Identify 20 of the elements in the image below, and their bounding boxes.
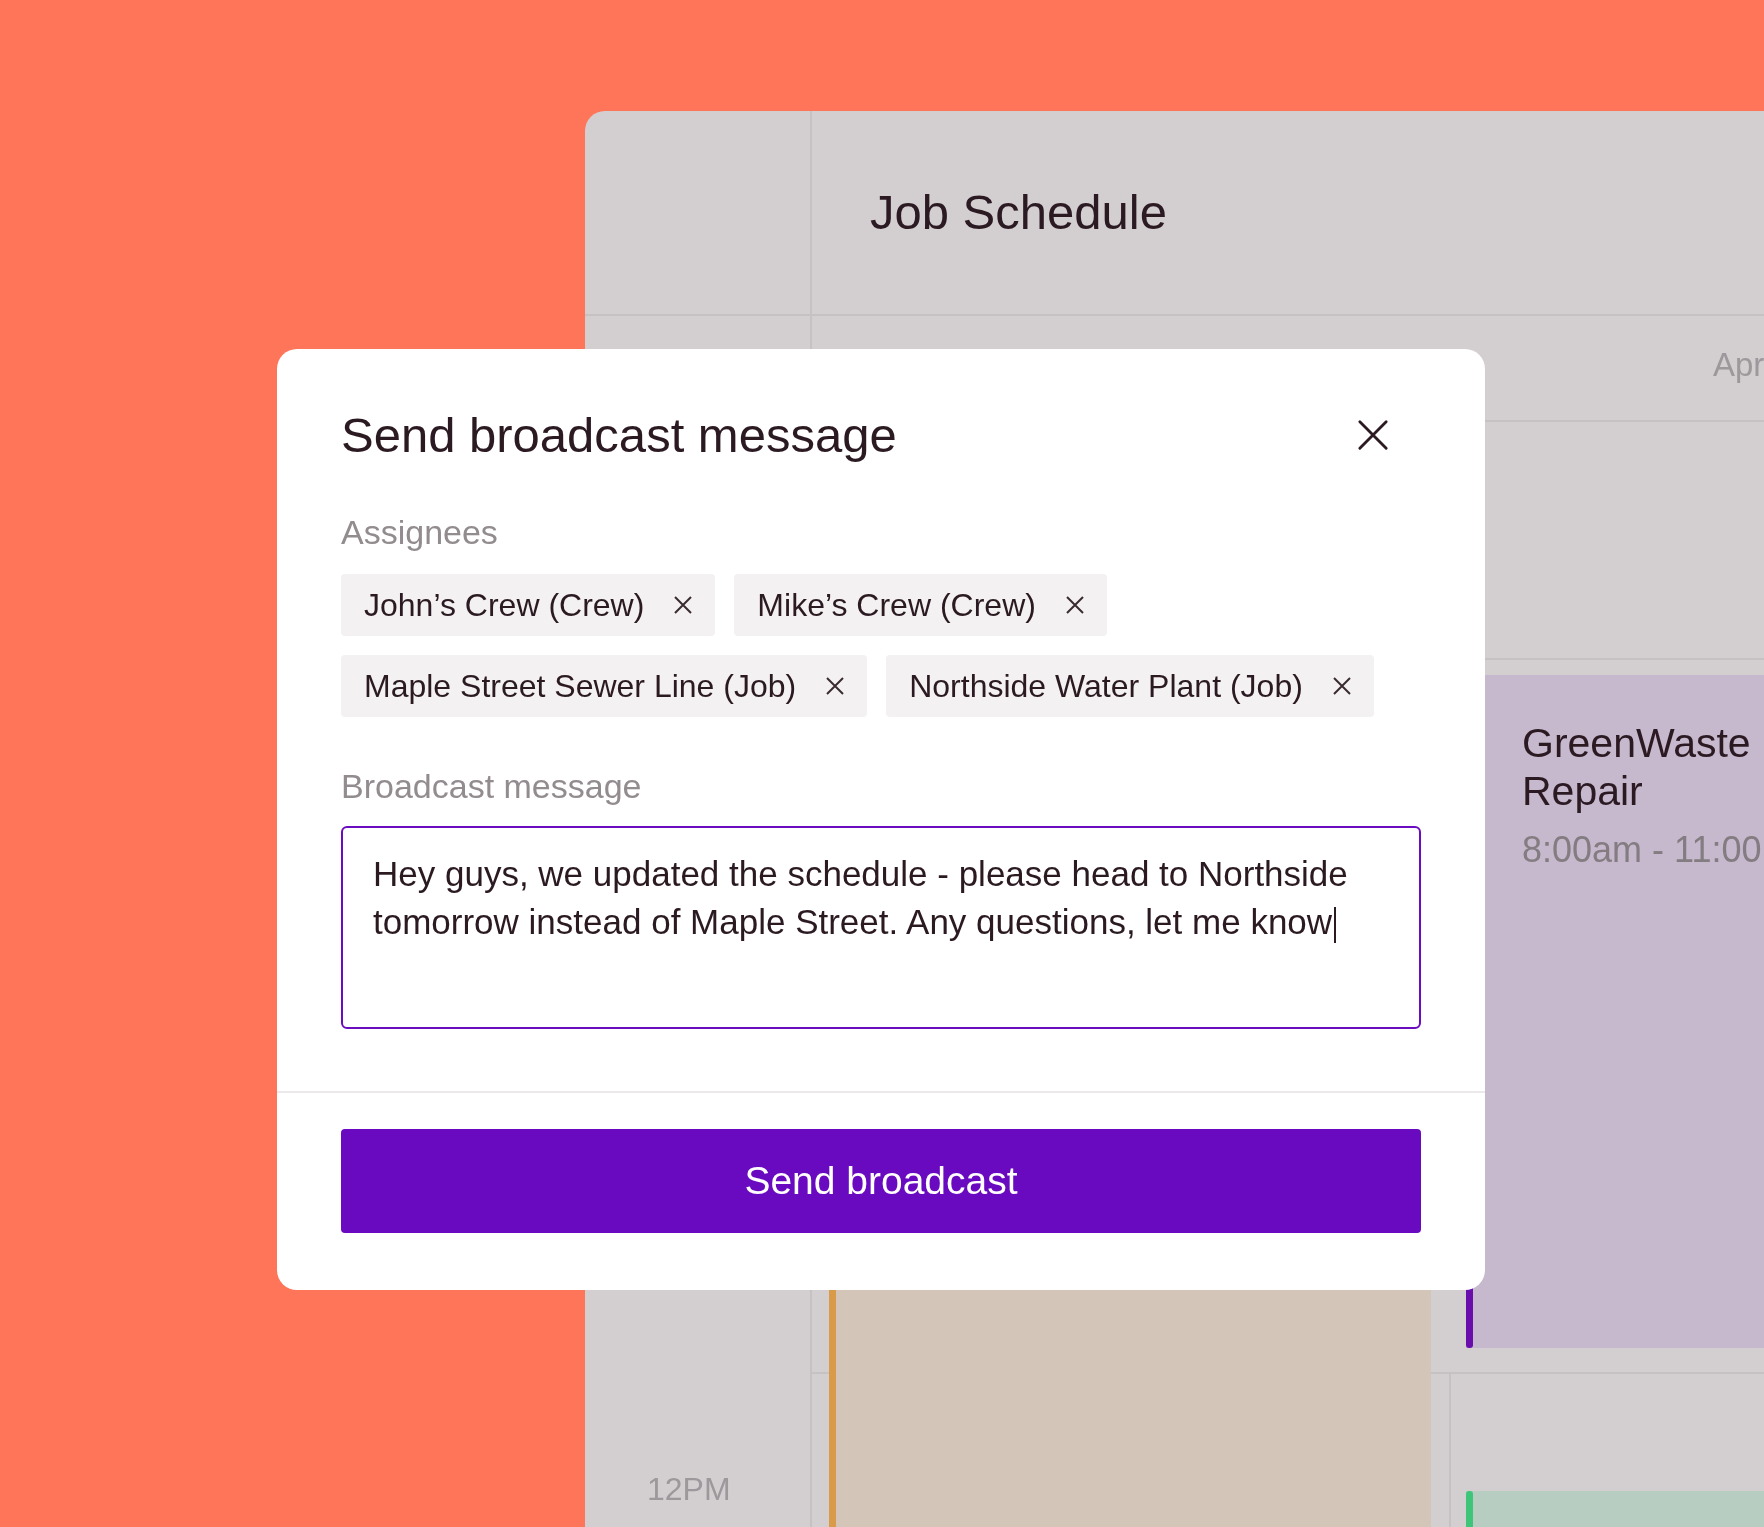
calendar-event[interactable]: GreenWaste Repair 8:00am - 11:00: [1466, 675, 1764, 1348]
remove-icon[interactable]: [826, 677, 845, 695]
send-broadcast-button[interactable]: Send broadcast: [341, 1129, 1421, 1233]
assignee-label: Mike’s Crew (Crew): [757, 586, 1036, 624]
assignee-label: John’s Crew (Crew): [364, 586, 645, 624]
remove-icon[interactable]: [674, 596, 693, 614]
dialog-title: Send broadcast message: [341, 407, 897, 463]
close-icon[interactable]: [1357, 419, 1389, 451]
field-label: Broadcast message: [341, 767, 643, 806]
text-cursor-icon: [1334, 906, 1337, 943]
field-label: Assignees: [341, 513, 499, 552]
remove-icon[interactable]: [1065, 596, 1084, 614]
page-title: Job Schedule: [870, 184, 1167, 240]
event-title: Repair: [1522, 767, 1644, 815]
event-title: GreenWaste: [1522, 719, 1752, 767]
assignee-label: Maple Street Sewer Line (Job): [364, 667, 797, 705]
remove-icon[interactable]: [1332, 677, 1351, 695]
assignee-label: Northside Water Plant (Job): [909, 667, 1303, 705]
event-time: 8:00am - 11:00: [1522, 829, 1763, 871]
message-field[interactable]: Hey guys, we updated the schedule - please head to Northside tomorrow instead of Maple Street. Any questions, let me know: [341, 826, 1421, 1029]
